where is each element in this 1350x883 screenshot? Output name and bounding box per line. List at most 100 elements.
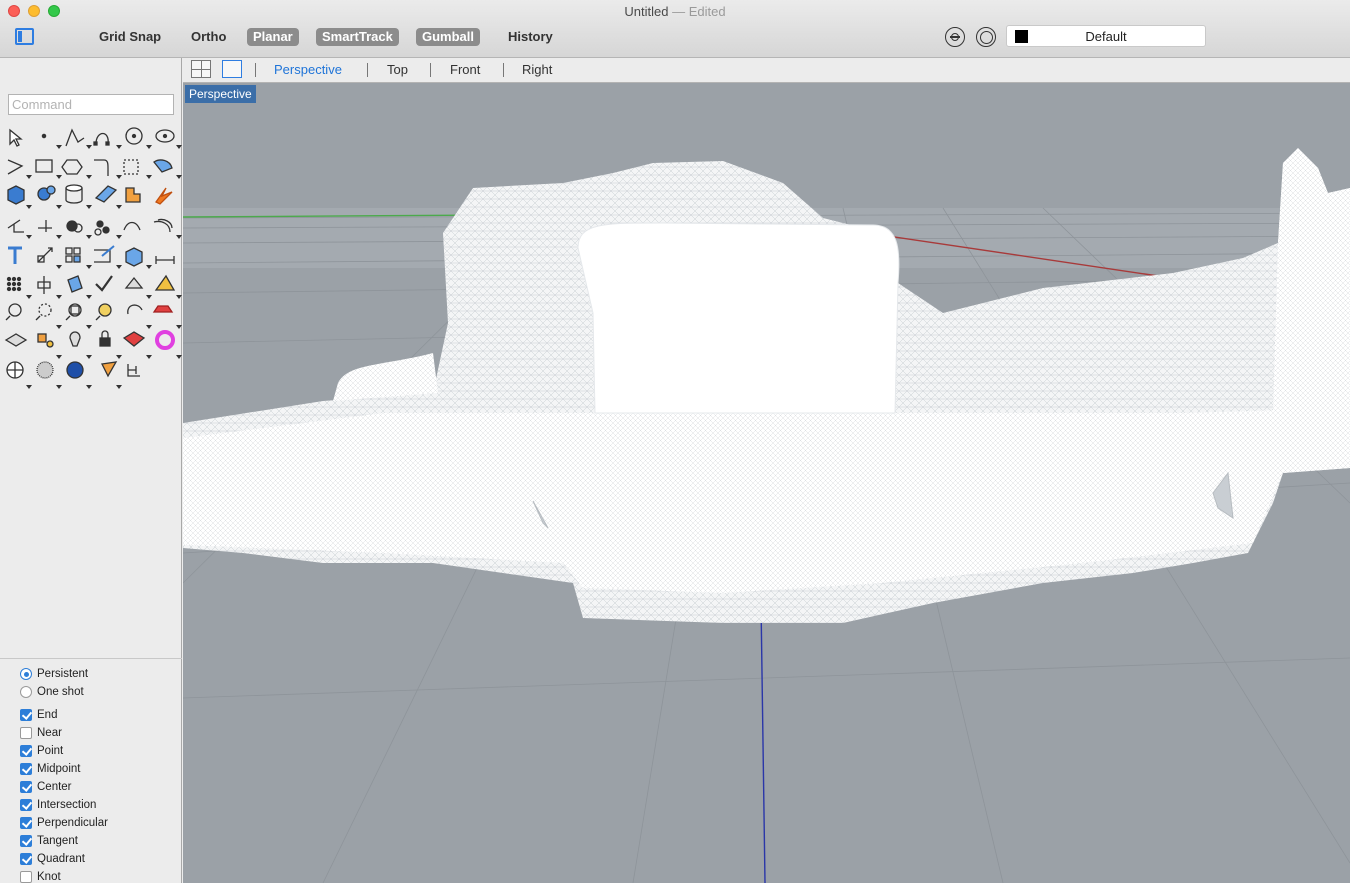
- layer-selector[interactable]: Default: [1006, 25, 1206, 47]
- point-label: Point: [37, 745, 64, 757]
- render-tool-button[interactable]: [129, 276, 153, 300]
- tangent-checkbox[interactable]: [20, 835, 32, 847]
- extend-tool-button[interactable]: [9, 216, 33, 240]
- color-wheel-tool-button[interactable]: [159, 336, 183, 360]
- polygon-tool-button[interactable]: [69, 156, 93, 180]
- four-view-layout-icon[interactable]: [191, 60, 211, 78]
- text-icon: [8, 246, 22, 264]
- mesh-right-tower: [1273, 148, 1350, 413]
- surface-edit-tool-button[interactable]: [159, 156, 183, 180]
- layer-icon: [4, 333, 28, 347]
- tangent-label: Tangent: [37, 835, 78, 847]
- history-button[interactable]: History: [502, 28, 559, 46]
- scale-tool-button[interactable]: [39, 246, 63, 270]
- window-title: Untitled — Edited: [0, 4, 1350, 19]
- perpendicular-label: Perpendicular: [37, 817, 108, 829]
- tab-perspective[interactable]: Perspective: [274, 62, 342, 77]
- arc-tool-button[interactable]: [9, 156, 33, 180]
- shaded-tool-button[interactable]: [69, 366, 93, 390]
- ortho-button[interactable]: Ortho: [185, 28, 232, 46]
- wireframe-tool-button[interactable]: [9, 366, 33, 390]
- single-view-layout-icon[interactable]: [222, 60, 242, 78]
- tab-top[interactable]: Top: [387, 62, 408, 77]
- extrude-tool-button[interactable]: [129, 246, 153, 270]
- point-checkbox[interactable]: [20, 745, 32, 757]
- mesh-tool-button[interactable]: [99, 186, 123, 210]
- knot-checkbox[interactable]: [20, 871, 32, 883]
- tab-separator: [367, 63, 368, 77]
- zoom-window-tool-button[interactable]: [39, 306, 63, 330]
- trim-tool-button[interactable]: [39, 216, 63, 240]
- near-checkbox[interactable]: [20, 727, 32, 739]
- sphere-tool-button[interactable]: [39, 186, 63, 210]
- polyline-tool-button[interactable]: [69, 126, 93, 150]
- tab-front[interactable]: Front: [450, 62, 480, 77]
- fillet-tool-button[interactable]: [99, 156, 123, 180]
- grid-snap-button[interactable]: Grid Snap: [93, 28, 167, 46]
- persistent-label: Persistent: [37, 668, 89, 680]
- osnap-toggle-icon[interactable]: [945, 27, 965, 47]
- osnap-divider: [0, 658, 182, 659]
- command-input[interactable]: [8, 94, 174, 115]
- gumball-button[interactable]: Gumball: [416, 28, 481, 46]
- curve-tool-button[interactable]: [99, 126, 123, 150]
- rotate-tool-button[interactable]: [159, 276, 183, 300]
- paint-tool-button[interactable]: [69, 276, 93, 300]
- end-label: End: [37, 709, 58, 721]
- zoom-icon: [8, 303, 22, 317]
- edit-points-tool-button[interactable]: [99, 246, 123, 270]
- boolean-tool-button[interactable]: [69, 216, 93, 240]
- zoom-selected-icon: [98, 303, 112, 317]
- array-tool-button[interactable]: [69, 246, 93, 270]
- rotate-view-tool-button[interactable]: [129, 306, 153, 330]
- viewport-tab-bar: Perspective Top Front Right: [183, 58, 1350, 83]
- midpoint-label: Midpoint: [37, 763, 81, 775]
- one-shot-radio[interactable]: [20, 686, 32, 698]
- intersection-label: Intersection: [37, 799, 97, 811]
- car-tool-button[interactable]: [159, 306, 183, 330]
- perspective-viewport[interactable]: Perspective: [183, 83, 1350, 883]
- grid-array-tool-button[interactable]: [9, 276, 33, 300]
- circle-tool-button[interactable]: [129, 126, 153, 150]
- materials-tool-button[interactable]: [39, 336, 63, 360]
- quadrant-checkbox[interactable]: [20, 853, 32, 865]
- end-checkbox[interactable]: [20, 709, 32, 721]
- viewport-label[interactable]: Perspective: [185, 85, 256, 103]
- persistent-radio[interactable]: [20, 668, 32, 680]
- point-tool-button[interactable]: [39, 126, 63, 150]
- align-tool-button[interactable]: [39, 276, 63, 300]
- planar-button[interactable]: Planar: [247, 28, 299, 46]
- box-tool-button[interactable]: [9, 186, 33, 210]
- target-icon[interactable]: [976, 27, 996, 47]
- offset-tool-button[interactable]: [159, 216, 183, 240]
- tab-right[interactable]: Right: [522, 62, 552, 77]
- midpoint-checkbox[interactable]: [20, 763, 32, 775]
- ellipse-tool-button[interactable]: [159, 126, 183, 150]
- light-tool-button[interactable]: [69, 336, 93, 360]
- group-tool-button[interactable]: [99, 216, 123, 240]
- sidebar-toggle-icon[interactable]: [15, 28, 34, 45]
- edited-indicator: — Edited: [672, 4, 726, 19]
- title-bar: Untitled — Edited Grid Snap Ortho Planar…: [0, 0, 1350, 58]
- smarttrack-button[interactable]: SmartTrack: [316, 28, 399, 46]
- texture-tool-button[interactable]: [129, 336, 153, 360]
- layer-name: Default: [1085, 29, 1127, 44]
- select-arrow-icon: [9, 128, 23, 147]
- center-label: Center: [37, 781, 72, 793]
- layer-color-swatch: [1015, 30, 1028, 43]
- rectangle-tool-button[interactable]: [39, 156, 63, 180]
- transform-icon: [127, 364, 140, 377]
- perpendicular-checkbox[interactable]: [20, 817, 32, 829]
- rebuild-curve-icon: [123, 221, 141, 231]
- zoom-extents-tool-button[interactable]: [69, 306, 93, 330]
- intersection-checkbox[interactable]: [20, 799, 32, 811]
- center-checkbox[interactable]: [20, 781, 32, 793]
- boolean-puzzle-icon: [125, 187, 141, 203]
- cylinder-tool-button[interactable]: [69, 186, 93, 210]
- surface-tool-button[interactable]: [129, 156, 153, 180]
- mesh-sphere-tool-button[interactable]: [39, 366, 63, 390]
- check-icon: [95, 275, 113, 292]
- quadrant-label: Quadrant: [37, 853, 85, 865]
- lock-tool-button[interactable]: [99, 336, 123, 360]
- cone-tool-button[interactable]: [99, 366, 123, 390]
